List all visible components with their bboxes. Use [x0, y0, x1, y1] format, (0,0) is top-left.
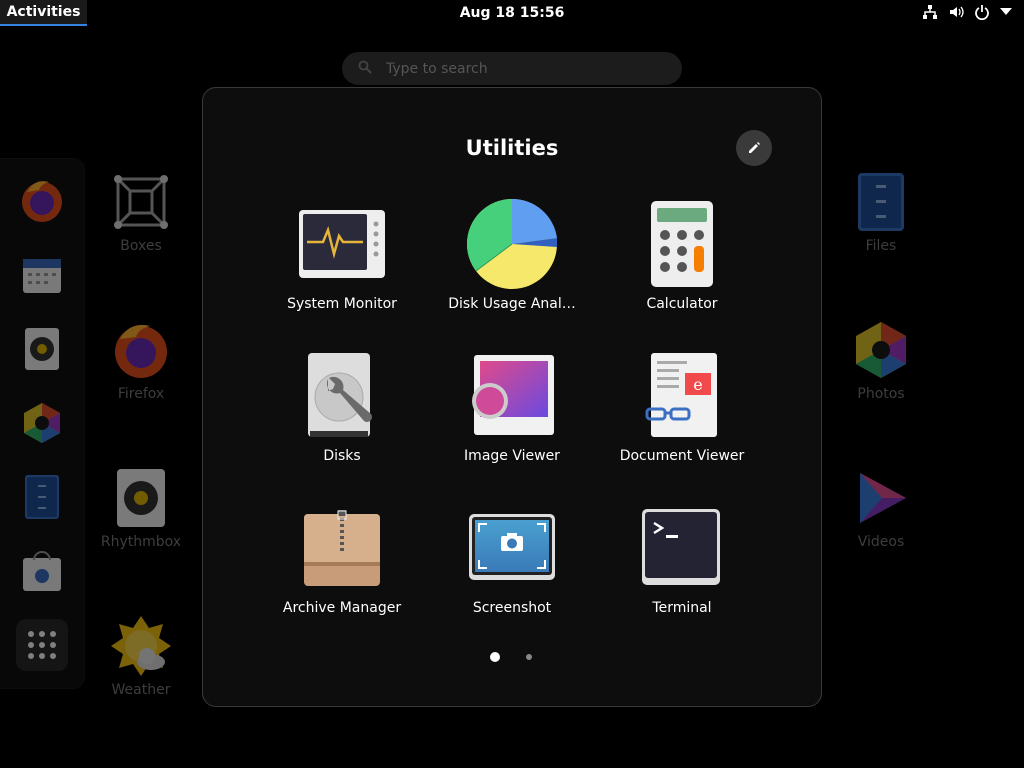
terminal-icon	[632, 500, 732, 596]
app-rhythmbox[interactable]: Rhythmbox	[86, 466, 196, 550]
disks-icon	[292, 348, 392, 444]
app-label: Calculator	[646, 296, 718, 312]
app-calculator[interactable]: Calculator	[602, 196, 762, 312]
app-weather[interactable]: Weather	[86, 614, 196, 698]
dash-files-icon[interactable]	[16, 471, 68, 523]
calculator-icon	[632, 196, 732, 292]
app-system-monitor[interactable]: System Monitor	[262, 196, 422, 312]
app-document-viewer[interactable]: e Document Viewer	[602, 348, 762, 464]
app-label: Files	[865, 238, 897, 254]
app-label: Archive Manager	[282, 600, 402, 616]
svg-text:e: e	[693, 375, 702, 394]
app-label: Rhythmbox	[100, 534, 182, 550]
app-terminal[interactable]: Terminal	[602, 500, 762, 616]
app-screenshot[interactable]: Screenshot	[432, 500, 592, 616]
videos-icon	[849, 466, 913, 530]
app-label: System Monitor	[287, 296, 397, 312]
rhythmbox-icon	[109, 466, 173, 530]
system-monitor-icon	[292, 196, 392, 292]
app-label: Firefox	[117, 386, 165, 402]
weather-icon	[109, 614, 173, 678]
files-icon	[849, 170, 913, 234]
disk-usage-icon	[462, 196, 562, 292]
network-icon[interactable]	[922, 4, 938, 20]
app-label: Photos	[857, 386, 905, 402]
app-videos[interactable]: Videos	[826, 466, 936, 550]
app-photos[interactable]: Photos	[826, 318, 936, 402]
search-bar[interactable]	[342, 52, 682, 85]
app-label: Image Viewer	[464, 448, 560, 464]
boxes-icon	[109, 170, 173, 234]
app-image-viewer[interactable]: Image Viewer	[432, 348, 592, 464]
app-label: Terminal	[652, 600, 712, 616]
grid-icon	[28, 631, 56, 659]
photos-icon	[849, 318, 913, 382]
screenshot-icon	[462, 500, 562, 596]
edit-folder-button[interactable]	[736, 130, 772, 166]
app-label: Weather	[111, 682, 171, 698]
top-bar: Activities Aug 18 15:56	[0, 0, 1024, 28]
document-viewer-icon: e	[632, 348, 732, 444]
chevron-down-icon[interactable]	[1000, 8, 1012, 16]
search-icon	[342, 59, 372, 78]
page-indicator-1[interactable]	[490, 652, 500, 662]
dash-software-icon[interactable]	[16, 545, 68, 597]
app-archive-manager[interactable]: Archive Manager	[262, 500, 422, 616]
dash-rhythmbox-icon[interactable]	[16, 323, 68, 375]
dash-calendar-icon[interactable]	[16, 249, 68, 301]
app-boxes[interactable]: Boxes	[86, 170, 196, 254]
image-viewer-icon	[462, 348, 562, 444]
app-files[interactable]: Files	[826, 170, 936, 254]
page-indicator-2[interactable]	[526, 654, 532, 660]
app-label: Boxes	[120, 238, 162, 254]
search-input[interactable]	[384, 59, 658, 78]
app-label: Disks	[323, 448, 361, 464]
app-label: Screenshot	[472, 600, 552, 616]
system-tray[interactable]	[922, 4, 1012, 20]
show-apps-button[interactable]	[16, 619, 68, 671]
app-firefox[interactable]: Firefox	[86, 318, 196, 402]
dash-photos-icon[interactable]	[16, 397, 68, 449]
app-label: Disk Usage Anal…	[448, 296, 576, 312]
pencil-icon	[749, 142, 760, 153]
clock[interactable]: Aug 18 15:56	[0, 5, 1024, 21]
firefox-icon	[109, 318, 173, 382]
app-disks[interactable]: Disks	[262, 348, 422, 464]
dash-firefox-icon[interactable]	[16, 175, 68, 227]
folder-title[interactable]: Utilities	[203, 136, 821, 160]
power-icon[interactable]	[974, 4, 990, 20]
app-label: Document Viewer	[619, 448, 745, 464]
volume-icon[interactable]	[948, 4, 964, 20]
archive-manager-icon	[292, 500, 392, 596]
app-folder-popup: Utilities System Monitor Disk Usage Anal…	[202, 87, 822, 707]
dash	[0, 158, 85, 689]
app-label: Videos	[857, 534, 905, 550]
app-disk-usage-analyzer[interactable]: Disk Usage Anal…	[432, 196, 592, 312]
